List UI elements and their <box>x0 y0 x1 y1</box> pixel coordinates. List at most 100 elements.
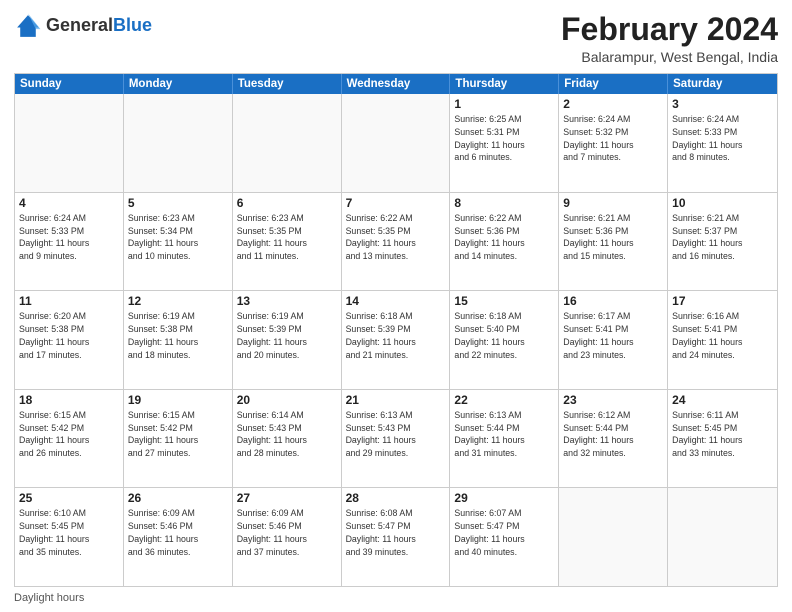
day-number: 20 <box>237 393 337 407</box>
main-title: February 2024 <box>561 12 778 47</box>
day-info: Sunrise: 6:24 AM Sunset: 5:32 PM Dayligh… <box>563 113 663 164</box>
logo-text: General Blue <box>46 16 152 36</box>
cal-cell: 16 Sunrise: 6:17 AM Sunset: 5:41 PM Dayli… <box>559 291 668 389</box>
day-number: 1 <box>454 97 554 111</box>
day-info: Sunrise: 6:18 AM Sunset: 5:39 PM Dayligh… <box>346 310 446 361</box>
cal-cell: 3 Sunrise: 6:24 AM Sunset: 5:33 PM Daylig… <box>668 94 777 192</box>
cal-week-5: 25 Sunrise: 6:10 AM Sunset: 5:45 PM Dayli… <box>15 487 777 586</box>
cal-cell: 26 Sunrise: 6:09 AM Sunset: 5:46 PM Dayli… <box>124 488 233 586</box>
day-info: Sunrise: 6:08 AM Sunset: 5:47 PM Dayligh… <box>346 507 446 558</box>
cal-cell: 20Sunrise: 6:14 AM Sunset: 5:43 PM Dayli… <box>233 390 342 488</box>
day-number: 27 <box>237 491 337 505</box>
day-info: Sunrise: 6:15 AM Sunset: 5:42 PM Dayligh… <box>128 409 228 460</box>
cal-cell: 19 Sunrise: 6:15 AM Sunset: 5:42 PM Dayli… <box>124 390 233 488</box>
day-number: 22 <box>454 393 554 407</box>
calendar: SundayMondayTuesdayWednesdayThursdayFrid… <box>14 73 778 587</box>
day-info: Sunrise: 6:24 AM Sunset: 5:33 PM Dayligh… <box>672 113 773 164</box>
subtitle: Balarampur, West Bengal, India <box>561 49 778 65</box>
day-info: Sunrise: 6:20 AM Sunset: 5:38 PM Dayligh… <box>19 310 119 361</box>
day-info: Sunrise: 6:12 AM Sunset: 5:44 PM Dayligh… <box>563 409 663 460</box>
cal-week-2: 4Sunrise: 6:24 AM Sunset: 5:33 PM Daylig… <box>15 192 777 291</box>
day-number: 3 <box>672 97 773 111</box>
cal-cell: 13 Sunrise: 6:19 AM Sunset: 5:39 PM Dayli… <box>233 291 342 389</box>
day-info: Sunrise: 6:25 AM Sunset: 5:31 PM Dayligh… <box>454 113 554 164</box>
day-info: Sunrise: 6:15 AM Sunset: 5:42 PM Dayligh… <box>19 409 119 460</box>
day-info: Sunrise: 6:23 AM Sunset: 5:34 PM Dayligh… <box>128 212 228 263</box>
page: General Blue February 2024 Balarampur, W… <box>0 0 792 612</box>
cal-week-4: 18Sunrise: 6:15 AM Sunset: 5:42 PM Dayli… <box>15 389 777 488</box>
cal-cell: 24Sunrise: 6:11 AM Sunset: 5:45 PM Dayli… <box>668 390 777 488</box>
cal-header-cell-monday: Monday <box>124 74 233 94</box>
day-info: Sunrise: 6:10 AM Sunset: 5:45 PM Dayligh… <box>19 507 119 558</box>
cal-header-cell-friday: Friday <box>559 74 668 94</box>
day-info: Sunrise: 6:23 AM Sunset: 5:35 PM Dayligh… <box>237 212 337 263</box>
day-number: 13 <box>237 294 337 308</box>
day-number: 9 <box>563 196 663 210</box>
cal-header-cell-saturday: Saturday <box>668 74 777 94</box>
cal-cell: 27 Sunrise: 6:09 AM Sunset: 5:46 PM Dayli… <box>233 488 342 586</box>
cal-header-cell-wednesday: Wednesday <box>342 74 451 94</box>
day-info: Sunrise: 6:21 AM Sunset: 5:37 PM Dayligh… <box>672 212 773 263</box>
day-number: 2 <box>563 97 663 111</box>
day-info: Sunrise: 6:21 AM Sunset: 5:36 PM Dayligh… <box>563 212 663 263</box>
day-info: Sunrise: 6:09 AM Sunset: 5:46 PM Dayligh… <box>128 507 228 558</box>
day-number: 23 <box>563 393 663 407</box>
day-info: Sunrise: 6:13 AM Sunset: 5:43 PM Dayligh… <box>346 409 446 460</box>
day-info: Sunrise: 6:17 AM Sunset: 5:41 PM Dayligh… <box>563 310 663 361</box>
cal-cell: 18Sunrise: 6:15 AM Sunset: 5:42 PM Dayli… <box>15 390 124 488</box>
day-number: 12 <box>128 294 228 308</box>
day-info: Sunrise: 6:09 AM Sunset: 5:46 PM Dayligh… <box>237 507 337 558</box>
cal-header-cell-tuesday: Tuesday <box>233 74 342 94</box>
logo-blue: Blue <box>113 16 152 36</box>
cal-cell <box>559 488 668 586</box>
cal-cell: 6 Sunrise: 6:23 AM Sunset: 5:35 PM Daylig… <box>233 193 342 291</box>
day-number: 19 <box>128 393 228 407</box>
title-block: February 2024 Balarampur, West Bengal, I… <box>561 12 778 65</box>
calendar-header-row: SundayMondayTuesdayWednesdayThursdayFrid… <box>15 74 777 94</box>
footer: Daylight hours <box>14 592 778 604</box>
day-number: 25 <box>19 491 119 505</box>
day-number: 15 <box>454 294 554 308</box>
day-info: Sunrise: 6:11 AM Sunset: 5:45 PM Dayligh… <box>672 409 773 460</box>
day-info: Sunrise: 6:18 AM Sunset: 5:40 PM Dayligh… <box>454 310 554 361</box>
day-info: Sunrise: 6:24 AM Sunset: 5:33 PM Dayligh… <box>19 212 119 263</box>
day-number: 28 <box>346 491 446 505</box>
day-info: Sunrise: 6:22 AM Sunset: 5:36 PM Dayligh… <box>454 212 554 263</box>
cal-cell: 4Sunrise: 6:24 AM Sunset: 5:33 PM Daylig… <box>15 193 124 291</box>
cal-week-3: 11 Sunrise: 6:20 AM Sunset: 5:38 PM Dayli… <box>15 290 777 389</box>
day-number: 5 <box>128 196 228 210</box>
cal-cell: 17 Sunrise: 6:16 AM Sunset: 5:41 PM Dayli… <box>668 291 777 389</box>
footer-text: Daylight hours <box>14 592 84 604</box>
day-number: 11 <box>19 294 119 308</box>
cal-cell: 12Sunrise: 6:19 AM Sunset: 5:38 PM Dayli… <box>124 291 233 389</box>
day-info: Sunrise: 6:19 AM Sunset: 5:39 PM Dayligh… <box>237 310 337 361</box>
cal-cell: 28 Sunrise: 6:08 AM Sunset: 5:47 PM Dayli… <box>342 488 451 586</box>
day-number: 17 <box>672 294 773 308</box>
cal-cell: 10Sunrise: 6:21 AM Sunset: 5:37 PM Dayli… <box>668 193 777 291</box>
day-number: 6 <box>237 196 337 210</box>
day-info: Sunrise: 6:16 AM Sunset: 5:41 PM Dayligh… <box>672 310 773 361</box>
cal-cell <box>342 94 451 192</box>
day-number: 16 <box>563 294 663 308</box>
cal-cell: 8Sunrise: 6:22 AM Sunset: 5:36 PM Daylig… <box>450 193 559 291</box>
cal-cell <box>15 94 124 192</box>
logo: General Blue <box>14 12 152 40</box>
day-info: Sunrise: 6:22 AM Sunset: 5:35 PM Dayligh… <box>346 212 446 263</box>
cal-cell: 9 Sunrise: 6:21 AM Sunset: 5:36 PM Daylig… <box>559 193 668 291</box>
cal-cell: 14 Sunrise: 6:18 AM Sunset: 5:39 PM Dayli… <box>342 291 451 389</box>
day-number: 21 <box>346 393 446 407</box>
cal-cell <box>124 94 233 192</box>
logo-general: General <box>46 16 113 36</box>
cal-cell: 2 Sunrise: 6:24 AM Sunset: 5:32 PM Daylig… <box>559 94 668 192</box>
cal-cell <box>233 94 342 192</box>
cal-cell: 23 Sunrise: 6:12 AM Sunset: 5:44 PM Dayli… <box>559 390 668 488</box>
cal-cell: 15 Sunrise: 6:18 AM Sunset: 5:40 PM Dayli… <box>450 291 559 389</box>
day-info: Sunrise: 6:07 AM Sunset: 5:47 PM Dayligh… <box>454 507 554 558</box>
cal-cell: 11 Sunrise: 6:20 AM Sunset: 5:38 PM Dayli… <box>15 291 124 389</box>
cal-week-1: 1 Sunrise: 6:25 AM Sunset: 5:31 PM Daylig… <box>15 94 777 192</box>
cal-cell: 1 Sunrise: 6:25 AM Sunset: 5:31 PM Daylig… <box>450 94 559 192</box>
day-number: 26 <box>128 491 228 505</box>
day-number: 14 <box>346 294 446 308</box>
cal-cell <box>668 488 777 586</box>
cal-cell: 22Sunrise: 6:13 AM Sunset: 5:44 PM Dayli… <box>450 390 559 488</box>
